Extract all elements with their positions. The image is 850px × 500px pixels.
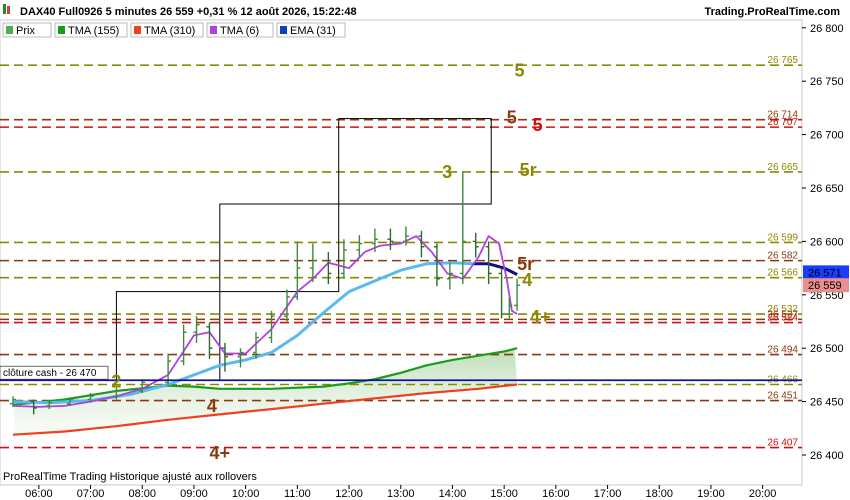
x-tick-label: 16:00: [542, 488, 570, 500]
cash-close-label: clôture cash - 26 470: [3, 368, 97, 379]
legend-swatch: [210, 26, 217, 34]
legend-label[interactable]: TMA (310): [144, 25, 195, 37]
y-tick-label: 26 800: [810, 23, 844, 35]
x-tick-label: 11:00: [284, 488, 311, 500]
x-tick-label: 17:00: [594, 488, 622, 500]
legend-swatch: [134, 26, 141, 34]
y-tick-label: 26 700: [810, 130, 844, 142]
level-label: 26 582: [767, 251, 798, 262]
level-marker: 5: [507, 108, 517, 128]
level-marker: 4: [207, 396, 217, 416]
price-chart[interactable]: DAX40 Full0926 5 minutes 26 559 +0,31 % …: [0, 0, 850, 500]
candle-icon-2: [7, 6, 10, 14]
legend-swatch: [6, 26, 13, 34]
level-label: 26 407: [767, 438, 798, 449]
legend-swatch: [280, 26, 287, 34]
level-label: 26 599: [767, 232, 798, 243]
y-tick-label: 26 400: [810, 450, 844, 462]
y-tick-label: 26 450: [810, 397, 844, 409]
level-label: 26 566: [767, 268, 798, 279]
level-marker: 4: [522, 270, 532, 290]
footer-text: ProRealTime Trading Historique ajusté au…: [3, 471, 257, 483]
y-tick-label: 26 750: [810, 76, 844, 88]
x-tick-label: 19:00: [697, 488, 725, 500]
legend-label[interactable]: Prix: [16, 25, 35, 37]
x-tick-label: 14:00: [439, 488, 467, 500]
x-tick-label: 08:00: [128, 488, 156, 500]
y-tick-label: 26 500: [810, 343, 844, 355]
level-marker: 5r: [520, 160, 537, 180]
x-tick-label: 13:00: [387, 488, 415, 500]
x-tick-label: 07:00: [77, 488, 105, 500]
x-tick-label: 12:00: [335, 488, 363, 500]
x-tick-label: 20:00: [749, 488, 777, 500]
x-tick-label: 10:00: [232, 488, 260, 500]
legend-swatch: [58, 26, 65, 34]
level-label: 26 707: [767, 117, 798, 128]
y-tick-label: 26 650: [810, 183, 844, 195]
level-marker: 4+: [530, 307, 551, 327]
site-name[interactable]: Trading.ProRealTime.com: [704, 6, 840, 18]
legend-label[interactable]: TMA (155): [68, 25, 119, 37]
price-badge-label: 26 571: [808, 267, 842, 279]
level-marker: 2: [111, 371, 121, 391]
level-label: 26 451: [767, 391, 798, 402]
level-label: 26 494: [767, 345, 798, 356]
legend-label[interactable]: EMA (31): [290, 25, 336, 37]
level-label: 26 765: [767, 55, 798, 66]
level-marker: 5: [533, 115, 543, 135]
x-tick-label: 15:00: [490, 488, 518, 500]
level-label: 26 524: [767, 313, 798, 324]
price-badge-label: 26 559: [808, 280, 842, 292]
chart-title: DAX40 Full0926 5 minutes 26 559 +0,31 % …: [20, 6, 357, 18]
x-tick-label: 09:00: [180, 488, 208, 500]
level-marker: 5: [514, 61, 524, 81]
chart-window: DAX40 Full0926 5 minutes 26 559 +0,31 % …: [0, 0, 850, 500]
x-tick-label: 18:00: [645, 488, 673, 500]
x-tick-label: 06:00: [25, 488, 53, 500]
y-tick-label: 26 600: [810, 236, 844, 248]
level-marker: 4+: [209, 443, 230, 463]
candle-icon: [3, 4, 6, 14]
legend-label[interactable]: TMA (6): [220, 25, 259, 37]
level-label: 26 665: [767, 162, 798, 173]
level-marker: 3: [442, 162, 452, 182]
